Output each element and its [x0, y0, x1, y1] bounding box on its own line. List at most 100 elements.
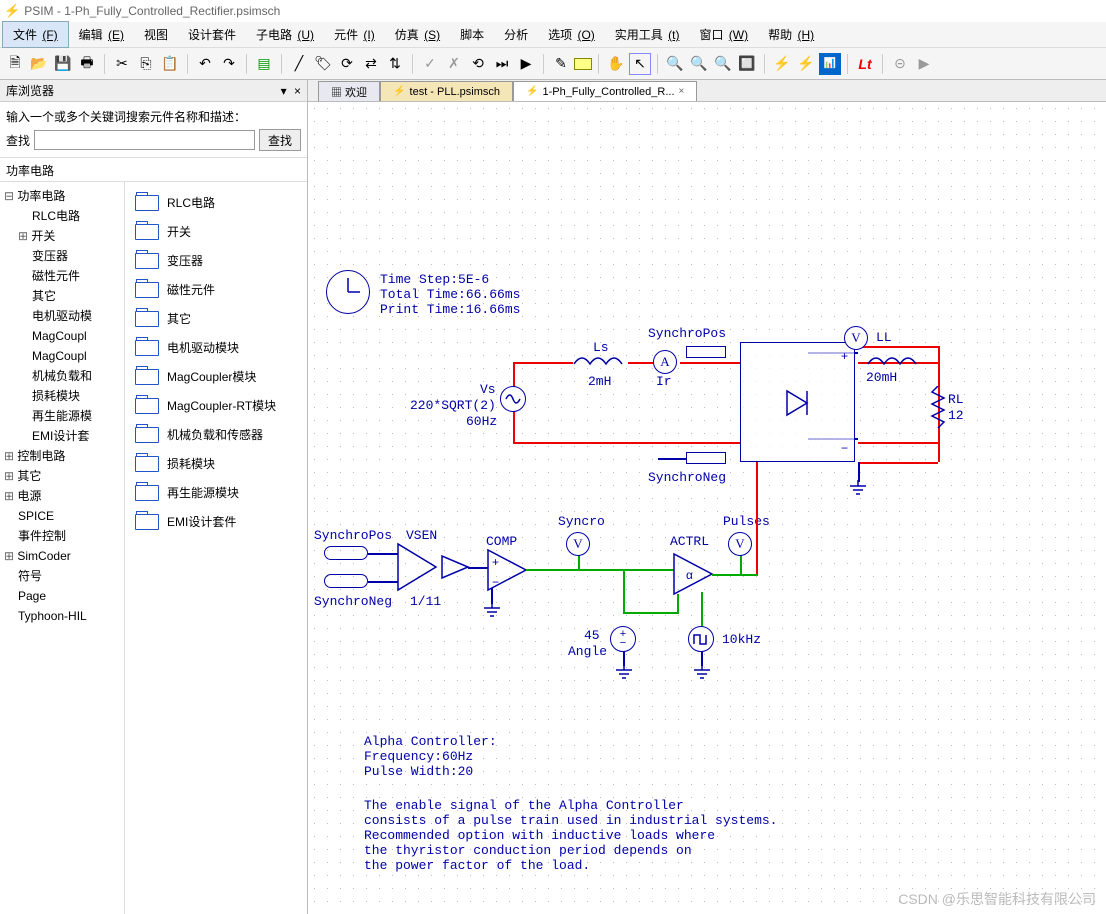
new-icon[interactable]: 🗎	[4, 53, 26, 75]
lt-button[interactable]: Lt	[854, 53, 876, 75]
folder-item[interactable]: 电机驱动模块	[131, 333, 301, 362]
tree-item[interactable]: 符号	[2, 566, 122, 586]
search-input[interactable]	[34, 130, 255, 150]
stop-icon[interactable]: ⊝	[889, 53, 911, 75]
folder-item[interactable]: MagCoupler-RT模块	[131, 391, 301, 420]
x-icon[interactable]: ✗	[443, 53, 465, 75]
tree-item[interactable]: 开关	[2, 226, 122, 246]
file-name: 1-Ph_Fully_Controlled_Rectifier.psimsch	[64, 4, 280, 18]
folder-item[interactable]: MagCoupler模块	[131, 362, 301, 391]
menu-设计套件[interactable]: 设计套件	[178, 22, 246, 47]
menu-编辑[interactable]: 编辑 (E)	[69, 22, 134, 47]
folder-item[interactable]: 其它	[131, 304, 301, 333]
menu-子电路[interactable]: 子电路 (U)	[246, 22, 324, 47]
folder-item[interactable]: RLC电路	[131, 188, 301, 217]
tree-item[interactable]: SimCoder	[2, 546, 122, 566]
redo-icon[interactable]: ↷	[218, 53, 240, 75]
folder-item[interactable]: EMI设计套件	[131, 507, 301, 536]
tree-item[interactable]: 再生能源模	[2, 406, 122, 426]
tree-item[interactable]: MagCoupl	[2, 326, 122, 346]
menu-分析[interactable]: 分析	[494, 22, 538, 47]
tree-item[interactable]: 磁性元件	[2, 266, 122, 286]
tab[interactable]: ▦ 欢迎	[318, 81, 380, 101]
check-icon[interactable]: ✓	[419, 53, 441, 75]
label-icon[interactable]: 🏷	[312, 53, 334, 75]
pan-icon[interactable]: ✋	[605, 53, 627, 75]
close-sidebar-icon[interactable]: ×	[294, 84, 301, 98]
library-icon[interactable]: ▤	[253, 53, 275, 75]
folder-item[interactable]: 损耗模块	[131, 449, 301, 478]
schematic-canvas[interactable]: Time Step:5E-6 Total Time:66.66ms Print …	[308, 102, 1106, 914]
menu-选项[interactable]: 选项 (O)	[538, 22, 605, 47]
flip-h-icon[interactable]: ⇄	[360, 53, 382, 75]
tab[interactable]: ⚡ 1-Ph_Fully_Controlled_R... ×	[513, 81, 697, 101]
run-icon[interactable]: ▶	[913, 53, 935, 75]
zoom-in-icon[interactable]: 🔍	[664, 53, 686, 75]
tree-item[interactable]: 其它	[2, 466, 122, 486]
tree-item[interactable]: 损耗模块	[2, 386, 122, 406]
flip-v-icon[interactable]: ⇅	[384, 53, 406, 75]
tree-item[interactable]: 事件控制	[2, 526, 122, 546]
refresh-icon[interactable]: ⟲	[467, 53, 489, 75]
folder-icon	[135, 195, 159, 211]
dropdown-icon[interactable]: ▾	[281, 84, 287, 98]
undo-icon[interactable]: ↶	[194, 53, 216, 75]
title-bar: ⚡ PSIM - 1-Ph_Fully_Controlled_Rectifier…	[0, 0, 1106, 22]
tab[interactable]: ⚡ test - PLL.psimsch	[380, 81, 513, 101]
search-button[interactable]: 查找	[259, 129, 301, 151]
menu-实用工具[interactable]: 实用工具 (t)	[605, 22, 690, 47]
folder-icon	[135, 311, 159, 327]
play-icon[interactable]: ▶	[515, 53, 537, 75]
folder-item[interactable]: 开关	[131, 217, 301, 246]
tree-item[interactable]: Page	[2, 586, 122, 606]
folder-item[interactable]: 再生能源模块	[131, 478, 301, 507]
folder-list[interactable]: RLC电路开关变压器磁性元件其它电机驱动模块MagCoupler模块MagCou…	[125, 182, 307, 914]
folder-item[interactable]: 变压器	[131, 246, 301, 275]
scope-icon[interactable]: 📊	[819, 53, 841, 75]
open-icon[interactable]: 📂	[28, 53, 50, 75]
probe-i-icon[interactable]: ⚡	[795, 53, 817, 75]
close-tab-icon[interactable]: ×	[679, 86, 685, 97]
tree-item[interactable]: RLC电路	[2, 206, 122, 226]
menu-窗口[interactable]: 窗口 (W)	[689, 22, 758, 47]
vsource-icon	[500, 386, 526, 412]
tree-item[interactable]: 电机驱动模	[2, 306, 122, 326]
component-tree[interactable]: 功率电路RLC电路开关变压器磁性元件其它电机驱动模MagCouplMagCoup…	[0, 182, 125, 914]
paste-icon[interactable]: 📋	[159, 53, 181, 75]
rotate-icon[interactable]: ⟳	[336, 53, 358, 75]
menu-文件[interactable]: 文件 (F)	[2, 21, 69, 48]
draw-icon[interactable]: ✎	[550, 53, 572, 75]
tree-item[interactable]: MagCoupl	[2, 346, 122, 366]
menu-脚本[interactable]: 脚本	[450, 22, 494, 47]
menu-视图[interactable]: 视图	[134, 22, 178, 47]
zoom-region-icon[interactable]: 🔲	[736, 53, 758, 75]
probe-v-icon[interactable]: ⚡	[771, 53, 793, 75]
select-icon[interactable]: ↖	[629, 53, 651, 75]
tree-item[interactable]: Typhoon-HIL	[2, 606, 122, 626]
tree-item[interactable]: SPICE	[2, 506, 122, 526]
tree-item[interactable]: 功率电路	[2, 186, 122, 206]
zoom-fit-icon[interactable]: 🔍	[712, 53, 734, 75]
menu-仿真[interactable]: 仿真 (S)	[385, 22, 450, 47]
tree-item[interactable]: 其它	[2, 286, 122, 306]
copy-icon[interactable]: ⎘	[135, 53, 157, 75]
save-icon[interactable]: 💾	[52, 53, 74, 75]
tree-item[interactable]: EMI设计套	[2, 426, 122, 446]
menu-元件[interactable]: 元件 (I)	[324, 22, 385, 47]
comparator-block: +−	[486, 548, 530, 592]
rect-icon[interactable]	[574, 58, 592, 70]
menu-帮助[interactable]: 帮助 (H)	[758, 22, 824, 47]
tree-item[interactable]: 控制电路	[2, 446, 122, 466]
folder-item[interactable]: 磁性元件	[131, 275, 301, 304]
step-icon[interactable]: ⏭	[491, 53, 513, 75]
cut-icon[interactable]: ✂	[111, 53, 133, 75]
sidebar-title: 库浏览器	[6, 82, 54, 99]
zoom-out-icon[interactable]: 🔍	[688, 53, 710, 75]
tree-item[interactable]: 变压器	[2, 246, 122, 266]
print-icon[interactable]: 🖶	[76, 53, 98, 75]
sim-info-text: Time Step:5E-6 Total Time:66.66ms Print …	[380, 272, 520, 317]
tree-item[interactable]: 机械负载和	[2, 366, 122, 386]
tree-item[interactable]: 电源	[2, 486, 122, 506]
folder-item[interactable]: 机械负载和传感器	[131, 420, 301, 449]
wire-icon[interactable]: ╱	[288, 53, 310, 75]
